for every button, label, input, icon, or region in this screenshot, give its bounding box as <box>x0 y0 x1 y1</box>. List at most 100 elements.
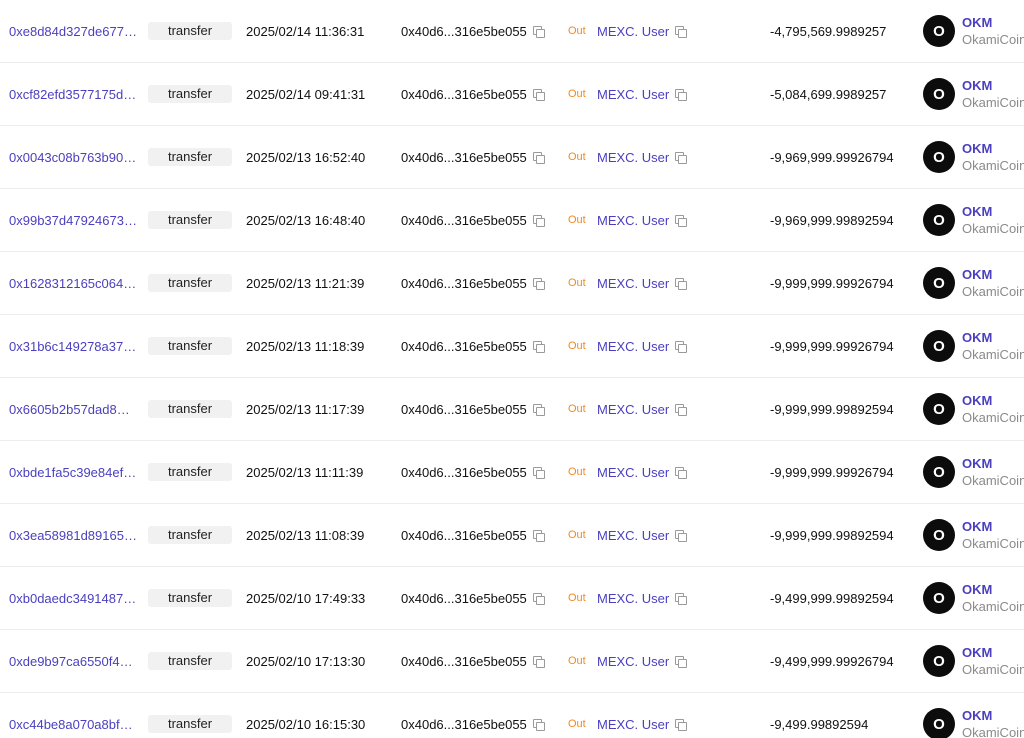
to-address-link[interactable]: MEXC. User <box>597 693 688 738</box>
to-address-link[interactable]: MEXC. User <box>597 630 688 692</box>
amount: -9,999,999.99926794 <box>770 275 894 291</box>
table-row: 0x1628312165c064… transfer 2025/02/13 11… <box>0 252 1024 315</box>
to-address-text[interactable]: MEXC. User <box>597 24 669 39</box>
token-symbol-link[interactable]: OKM <box>962 329 1024 346</box>
copy-icon[interactable] <box>675 403 688 416</box>
tx-hash-link[interactable]: 0xe8d84d327de677… <box>9 0 139 62</box>
method-cell: transfer <box>148 63 232 125</box>
copy-icon[interactable] <box>675 151 688 164</box>
table-row: 0xe8d84d327de677… transfer 2025/02/14 11… <box>0 0 1024 63</box>
token-symbol-link[interactable]: OKM <box>962 518 1024 535</box>
from-address-text: 0x40d6...316e5be055 <box>401 149 527 165</box>
tx-hash-link[interactable]: 0x0043c08b763b90… <box>9 126 139 188</box>
to-address-link[interactable]: MEXC. User <box>597 315 688 377</box>
token-logo: O <box>923 519 955 551</box>
to-address-link[interactable]: MEXC. User <box>597 252 688 314</box>
to-address-link[interactable]: MEXC. User <box>597 504 688 566</box>
to-address-text[interactable]: MEXC. User <box>597 591 669 606</box>
token-name: OkamiCoin <box>962 284 1024 299</box>
to-address-text[interactable]: MEXC. User <box>597 717 669 732</box>
to-address-text[interactable]: MEXC. User <box>597 654 669 669</box>
to-address-link[interactable]: MEXC. User <box>597 441 688 503</box>
method-badge: transfer <box>148 589 232 607</box>
tx-hash-link[interactable]: 0x1628312165c064… <box>9 252 139 314</box>
direction-cell: Out <box>568 63 586 125</box>
to-address-link[interactable]: MEXC. User <box>597 189 688 251</box>
token-logo: O <box>923 204 955 236</box>
direction-badge: Out <box>568 529 586 541</box>
direction-badge: Out <box>568 88 586 100</box>
tx-hash-link[interactable]: 0xde9b97ca6550f4… <box>9 630 139 692</box>
tx-hash-link[interactable]: 0xbde1fa5c39e84ef… <box>9 441 139 503</box>
to-address-text[interactable]: MEXC. User <box>597 276 669 291</box>
table-row: 0xb0daedc3491487… transfer 2025/02/10 17… <box>0 567 1024 630</box>
to-address-link[interactable]: MEXC. User <box>597 378 688 440</box>
to-address-text[interactable]: MEXC. User <box>597 402 669 417</box>
token-symbol-link[interactable]: OKM <box>962 203 1024 220</box>
tx-hash-link[interactable]: 0xc44be8a070a8bf… <box>9 693 139 738</box>
tx-hash-link[interactable]: 0xcf82efd3577175d… <box>9 63 139 125</box>
token-logo: O <box>923 708 955 738</box>
to-address-text[interactable]: MEXC. User <box>597 528 669 543</box>
token-symbol-link[interactable]: OKM <box>962 266 1024 283</box>
copy-icon[interactable] <box>675 718 688 731</box>
to-address-text[interactable]: MEXC. User <box>597 87 669 102</box>
copy-icon[interactable] <box>675 529 688 542</box>
copy-icon[interactable] <box>675 277 688 290</box>
copy-icon[interactable] <box>532 529 545 542</box>
copy-icon[interactable] <box>532 151 545 164</box>
to-address-link[interactable]: MEXC. User <box>597 126 688 188</box>
to-address-link[interactable]: MEXC. User <box>597 0 688 62</box>
copy-icon[interactable] <box>532 718 545 731</box>
to-address-text[interactable]: MEXC. User <box>597 213 669 228</box>
token-name: OkamiCoin <box>962 32 1024 47</box>
token-symbol-link[interactable]: OKM <box>962 644 1024 661</box>
copy-icon[interactable] <box>675 466 688 479</box>
token-symbol-link[interactable]: OKM <box>962 77 1024 94</box>
copy-icon[interactable] <box>532 88 545 101</box>
token-symbol-link[interactable]: OKM <box>962 140 1024 157</box>
copy-icon[interactable] <box>675 88 688 101</box>
copy-icon[interactable] <box>532 655 545 668</box>
tx-hash-link[interactable]: 0x31b6c149278a37… <box>9 315 139 377</box>
method-badge: transfer <box>148 715 232 733</box>
token-symbol-link[interactable]: OKM <box>962 707 1024 724</box>
copy-icon[interactable] <box>532 466 545 479</box>
token-symbol-link[interactable]: OKM <box>962 581 1024 598</box>
copy-icon[interactable] <box>532 25 545 38</box>
copy-icon[interactable] <box>532 592 545 605</box>
method-cell: transfer <box>148 441 232 503</box>
copy-icon[interactable] <box>532 214 545 227</box>
tx-hash-link[interactable]: 0xb0daedc3491487… <box>9 567 139 629</box>
copy-icon[interactable] <box>675 214 688 227</box>
tx-hash-link[interactable]: 0x99b37d47924673… <box>9 189 139 251</box>
copy-icon[interactable] <box>532 340 545 353</box>
direction-cell: Out <box>568 126 586 188</box>
to-address-link[interactable]: MEXC. User <box>597 63 688 125</box>
from-address-text: 0x40d6...316e5be055 <box>401 275 527 291</box>
table-row: 0xde9b97ca6550f4… transfer 2025/02/10 17… <box>0 630 1024 693</box>
token-logo: O <box>923 456 955 488</box>
to-address-link[interactable]: MEXC. User <box>597 567 688 629</box>
to-address-text[interactable]: MEXC. User <box>597 465 669 480</box>
tx-time: 2025/02/13 11:17:39 <box>246 401 365 417</box>
copy-icon[interactable] <box>675 592 688 605</box>
from-address: 0x40d6...316e5be055 <box>401 252 545 314</box>
token-symbol-link[interactable]: OKM <box>962 455 1024 472</box>
copy-icon[interactable] <box>675 340 688 353</box>
copy-icon[interactable] <box>675 655 688 668</box>
copy-icon[interactable] <box>532 277 545 290</box>
token-info: OKM OkamiCoin <box>962 329 1024 363</box>
copy-icon[interactable] <box>675 25 688 38</box>
token-symbol-link[interactable]: OKM <box>962 392 1024 409</box>
token-cell: O OKM OkamiCoin <box>923 63 1024 125</box>
tx-hash-link[interactable]: 0x6605b2b57dad8… <box>9 378 139 440</box>
token-symbol-link[interactable]: OKM <box>962 14 1024 31</box>
direction-badge: Out <box>568 277 586 289</box>
tx-hash-link[interactable]: 0x3ea58981d89165… <box>9 504 139 566</box>
to-address-text[interactable]: MEXC. User <box>597 150 669 165</box>
to-address-text[interactable]: MEXC. User <box>597 339 669 354</box>
direction-cell: Out <box>568 189 586 251</box>
token-name: OkamiCoin <box>962 95 1024 110</box>
copy-icon[interactable] <box>532 403 545 416</box>
